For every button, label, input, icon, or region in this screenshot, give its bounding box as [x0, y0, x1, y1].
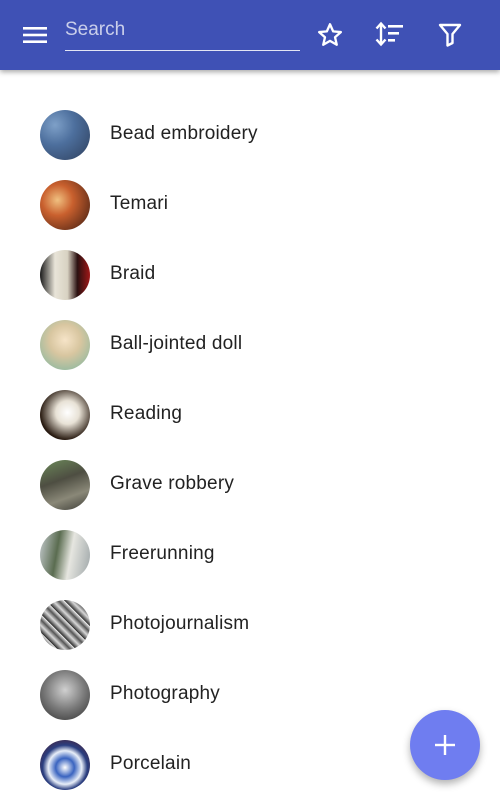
avatar — [40, 530, 90, 580]
plus-icon — [435, 735, 455, 755]
menu-button[interactable] — [15, 15, 55, 55]
avatar — [40, 740, 90, 790]
list-item[interactable]: Reading — [0, 380, 500, 450]
avatar — [40, 180, 90, 230]
list-item[interactable]: Bead embroidery — [0, 100, 500, 170]
search-input[interactable] — [65, 14, 300, 46]
avatar — [40, 320, 90, 370]
avatar — [40, 670, 90, 720]
add-button[interactable] — [410, 710, 480, 780]
menu-icon — [23, 27, 47, 43]
sort-button[interactable] — [370, 15, 410, 55]
avatar — [40, 600, 90, 650]
list-item[interactable]: Ball-jointed doll — [0, 310, 500, 380]
list-item-label: Ball-jointed doll — [110, 333, 243, 354]
list-item-label: Bead embroidery — [110, 123, 258, 144]
sort-icon — [375, 21, 403, 47]
list-item[interactable]: Grave robbery — [0, 450, 500, 520]
list-item-label: Photography — [110, 683, 220, 704]
list-item[interactable]: Photojournalism — [0, 590, 500, 660]
list-item-label: Freerunning — [110, 543, 215, 564]
list-item[interactable]: Freerunning — [0, 520, 500, 590]
list-item[interactable]: Braid — [0, 240, 500, 310]
avatar — [40, 110, 90, 160]
search-field — [65, 14, 300, 51]
star-outline-icon — [317, 23, 343, 46]
list-item-label: Photojournalism — [110, 613, 250, 634]
list-item-label: Porcelain — [110, 753, 192, 774]
avatar — [40, 390, 90, 440]
list-item-label: Braid — [110, 263, 156, 284]
list-item-label: Grave robbery — [110, 473, 235, 494]
filter-icon — [438, 23, 462, 47]
filter-button[interactable] — [430, 15, 470, 55]
list-item-label: Reading — [110, 403, 183, 424]
list-item-label: Temari — [110, 193, 169, 214]
list-item[interactable]: Temari — [0, 170, 500, 240]
app-bar — [0, 0, 500, 70]
topic-list: Bead embroidery Temari Braid Ball-jointe… — [0, 100, 500, 800]
favorites-button[interactable] — [310, 15, 350, 55]
avatar — [40, 460, 90, 510]
avatar — [40, 250, 90, 300]
